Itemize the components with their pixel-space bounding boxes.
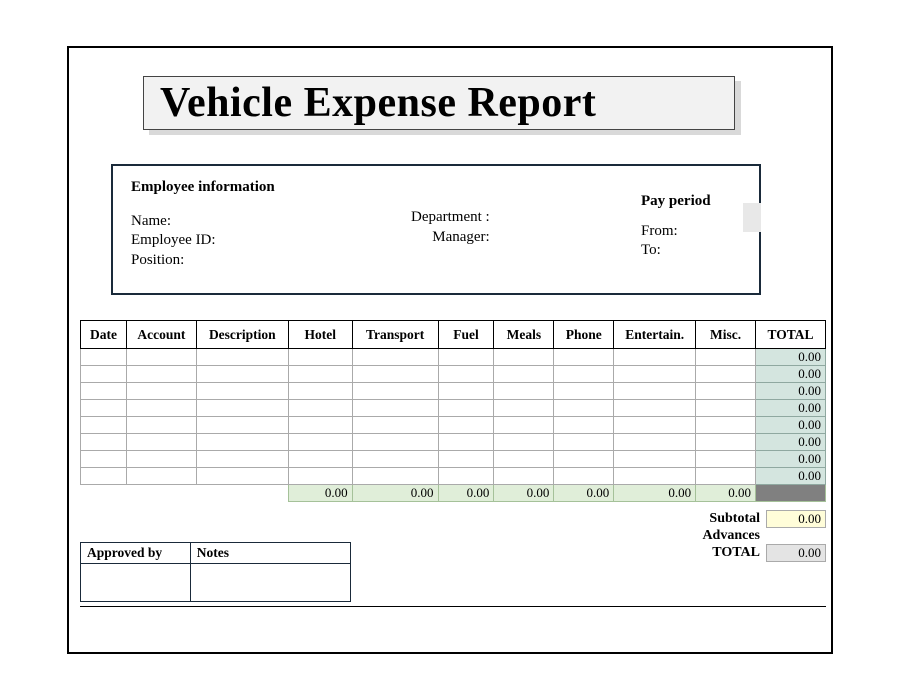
from-label: From: [641,222,711,242]
to-label: To: [641,241,711,261]
table-row[interactable]: 0.00 [81,451,826,468]
department-label: Department : [411,208,490,228]
table-row[interactable]: 0.00 [81,383,826,400]
subtotal-value: 0.00 [766,510,826,528]
bottom-rule [80,606,826,607]
col-meals: Meals [494,321,554,349]
sum-phone: 0.00 [554,485,614,502]
notes-label: Notes [190,543,350,564]
table-row[interactable]: 0.00 [81,468,826,485]
employee-info-heading: Employee information [131,178,275,198]
col-hotel: Hotel [288,321,352,349]
col-total: TOTAL [756,321,826,349]
table-row[interactable]: 0.00 [81,366,826,383]
table-row[interactable]: 0.00 [81,349,826,366]
name-label: Name: [131,212,275,232]
approval-box: Approved by Notes [80,542,351,602]
col-fuel: Fuel [438,321,494,349]
sum-transport: 0.00 [352,485,438,502]
table-row[interactable]: 0.00 [81,417,826,434]
advances-label: Advances [686,528,766,544]
col-description: Description [196,321,288,349]
page-title: Vehicle Expense Report [160,79,596,127]
sum-hotel: 0.00 [288,485,352,502]
sum-meals: 0.00 [494,485,554,502]
column-sums-row: 0.00 0.00 0.00 0.00 0.00 0.00 0.00 [81,485,826,502]
expense-table: Date Account Description Hotel Transport… [80,320,826,502]
col-entertain: Entertain. [614,321,696,349]
subtotal-label: Subtotal [686,511,766,527]
gray-stub [743,203,761,232]
col-account: Account [126,321,196,349]
sum-entertain: 0.00 [614,485,696,502]
row-total: 0.00 [756,349,826,366]
pay-period-heading: Pay period [641,192,711,212]
manager-label: Manager: [411,228,490,248]
employee-id-label: Employee ID: [131,231,275,251]
col-date: Date [81,321,127,349]
col-phone: Phone [554,321,614,349]
sum-total [756,485,826,502]
grand-total-value: 0.00 [766,544,826,562]
grand-total-label: TOTAL [686,545,766,561]
row-total: 0.00 [756,400,826,417]
notes-field[interactable] [190,564,350,602]
approved-by-label: Approved by [81,543,191,564]
table-row[interactable]: 0.00 [81,400,826,417]
row-total: 0.00 [756,451,826,468]
approved-by-field[interactable] [81,564,191,602]
employee-info-box: Employee information Name: Employee ID: … [111,164,761,295]
row-total: 0.00 [756,468,826,485]
col-misc: Misc. [696,321,756,349]
row-total: 0.00 [756,434,826,451]
row-total: 0.00 [756,366,826,383]
col-transport: Transport [352,321,438,349]
table-row[interactable]: 0.00 [81,434,826,451]
row-total: 0.00 [756,417,826,434]
position-label: Position: [131,251,275,271]
summary-block: Subtotal 0.00 Advances TOTAL 0.00 [686,510,826,561]
sum-fuel: 0.00 [438,485,494,502]
sum-misc: 0.00 [696,485,756,502]
title-box: Vehicle Expense Report [143,76,735,130]
table-header-row: Date Account Description Hotel Transport… [81,321,826,349]
row-total: 0.00 [756,383,826,400]
